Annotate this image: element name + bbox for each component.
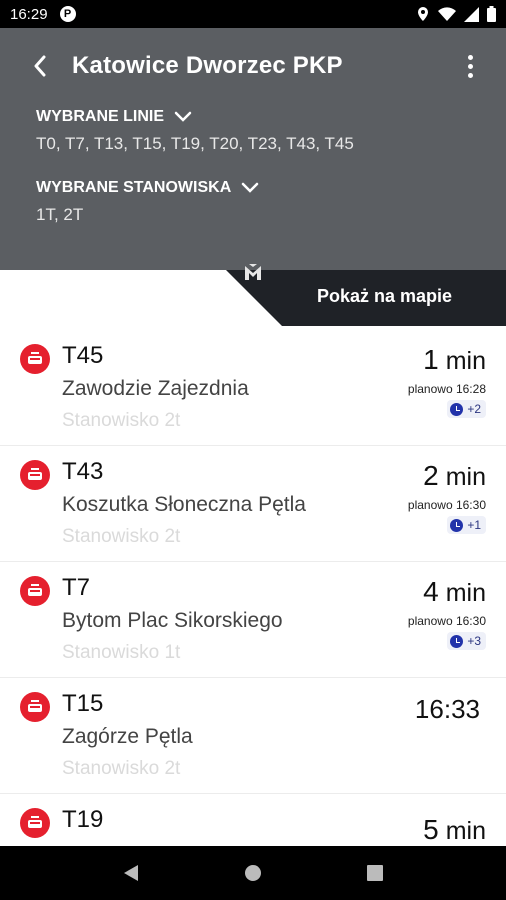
eta-number: 1 bbox=[423, 344, 439, 375]
back-arrow-icon bbox=[34, 55, 46, 77]
selected-lines-label: WYBRANE LINIE bbox=[36, 108, 164, 125]
back-button[interactable] bbox=[26, 52, 54, 80]
delay-badge: +3 bbox=[447, 632, 486, 650]
app-logo-icon bbox=[245, 264, 261, 280]
destination: Zagórze Pętla bbox=[62, 725, 193, 748]
signal-icon bbox=[464, 6, 479, 22]
tram-icon bbox=[20, 460, 50, 490]
departure-row[interactable]: T45 Zawodzie Zajezdnia Stanowisko 2t 1 m… bbox=[0, 330, 506, 446]
departure-row[interactable]: T43 Koszutka Słoneczna Pętla Stanowisko … bbox=[0, 446, 506, 562]
status-time: 16:29 bbox=[10, 5, 48, 23]
more-dot-icon bbox=[467, 63, 473, 69]
delay-value: +2 bbox=[467, 402, 481, 416]
eta: 4 min bbox=[423, 576, 486, 608]
clock-icon bbox=[450, 634, 464, 648]
stop-name: Stanowisko 2t bbox=[62, 526, 181, 547]
chevron-down-icon bbox=[242, 182, 259, 193]
recents-square-icon[interactable] bbox=[366, 864, 384, 882]
eta: 5 min bbox=[423, 814, 486, 846]
home-circle-icon[interactable] bbox=[243, 863, 263, 883]
show-on-map-label: Pokaż na mapie bbox=[317, 286, 453, 306]
selected-stands-value: 1T, 2T bbox=[36, 205, 84, 224]
notification-p-icon: P bbox=[59, 6, 76, 22]
status-bar: 16:29 P bbox=[0, 0, 506, 28]
eta-number: 2 bbox=[423, 460, 439, 491]
clock-icon bbox=[450, 402, 464, 416]
stop-header: Katowice Dworzec PKP WYBRANE LINIE T0, T… bbox=[0, 28, 506, 270]
planned-time: planowo 16:30 bbox=[407, 498, 486, 512]
more-dot-icon bbox=[467, 54, 473, 60]
eta-number: 4 bbox=[423, 576, 439, 607]
more-options-button[interactable] bbox=[460, 52, 480, 80]
line-number: T19 bbox=[62, 806, 104, 833]
planned-time: planowo 16:28 bbox=[407, 382, 486, 396]
eta-unit: min bbox=[445, 817, 486, 845]
stop-name: Stanowisko 2t bbox=[62, 758, 181, 779]
line-number: T43 bbox=[62, 458, 104, 485]
tram-icon bbox=[20, 344, 50, 374]
delay-value: +3 bbox=[467, 634, 481, 648]
battery-icon bbox=[487, 6, 496, 22]
location-icon bbox=[418, 7, 428, 21]
eta-unit: min bbox=[445, 579, 486, 607]
selected-stands-toggle[interactable]: WYBRANE STANOWISKA bbox=[36, 179, 259, 197]
eta: 2 min bbox=[423, 460, 486, 492]
destination: Bytom Plac Sikorskiego bbox=[62, 609, 283, 632]
selected-lines-toggle[interactable]: WYBRANE LINIE bbox=[36, 108, 192, 126]
more-dot-icon bbox=[467, 72, 473, 78]
departure-row[interactable]: T7 Bytom Plac Sikorskiego Stanowisko 1t … bbox=[0, 562, 506, 678]
selected-lines-value: T0, T7, T13, T15, T19, T20, T23, T43, T4… bbox=[36, 134, 354, 153]
tram-icon bbox=[20, 808, 50, 838]
line-number: T7 bbox=[62, 574, 91, 601]
eta-time: 16:33 bbox=[414, 694, 480, 724]
line-number: T45 bbox=[62, 342, 104, 369]
delay-badge: +1 bbox=[447, 516, 486, 534]
system-nav-bar bbox=[0, 846, 506, 900]
delay-value: +1 bbox=[467, 518, 481, 532]
status-icons bbox=[416, 6, 496, 22]
chevron-down-icon bbox=[174, 111, 192, 122]
eta: 1 min bbox=[423, 344, 486, 376]
destination: Zawodzie Zajezdnia bbox=[62, 377, 249, 400]
page-title: Katowice Dworzec PKP bbox=[72, 52, 343, 79]
stop-name: Stanowisko 1t bbox=[62, 642, 181, 663]
tram-icon bbox=[20, 692, 50, 722]
wifi-icon bbox=[438, 6, 456, 21]
line-number: T15 bbox=[62, 690, 104, 717]
tram-icon bbox=[20, 576, 50, 606]
stop-name: Stanowisko 2t bbox=[62, 410, 181, 431]
eta-unit: min bbox=[445, 463, 486, 491]
clock-icon bbox=[450, 518, 464, 532]
planned-time: planowo 16:30 bbox=[407, 614, 486, 628]
departure-row[interactable]: T19 5 min bbox=[0, 794, 506, 846]
eta-unit: min bbox=[445, 347, 486, 375]
destination: Koszutka Słoneczna Pętla bbox=[62, 493, 306, 516]
departure-row[interactable]: T15 Zagórze Pętla Stanowisko 2t 16:33 bbox=[0, 678, 506, 794]
delay-badge: +2 bbox=[447, 400, 486, 418]
eta-number: 5 bbox=[423, 814, 439, 845]
selected-stands-label: WYBRANE STANOWISKA bbox=[36, 179, 232, 196]
back-triangle-icon[interactable] bbox=[122, 863, 140, 883]
